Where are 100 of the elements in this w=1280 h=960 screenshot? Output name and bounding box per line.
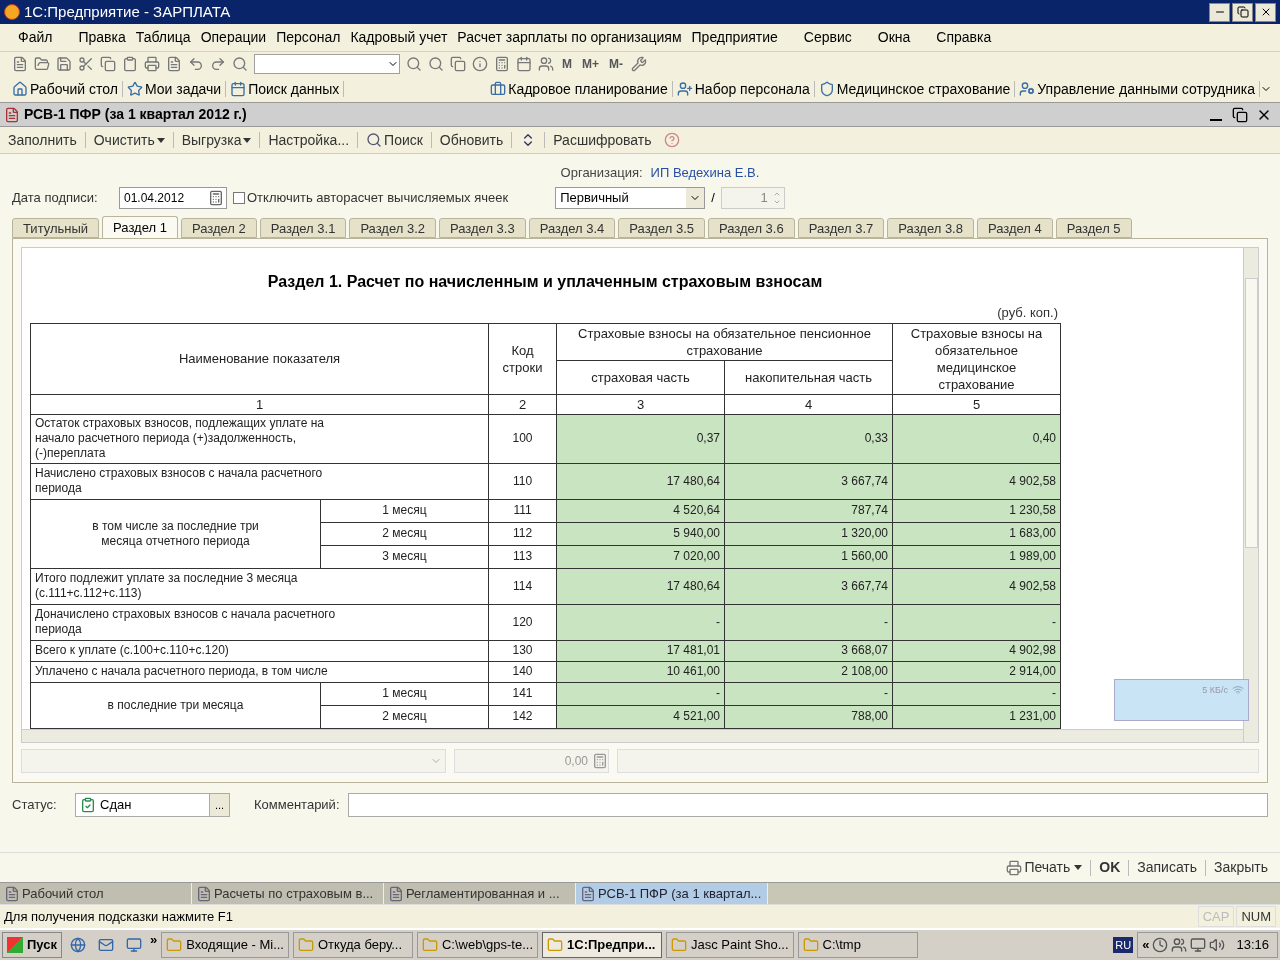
value-cell[interactable]: 1 683,00 xyxy=(892,522,1061,545)
value-cell[interactable]: 1 320,00 xyxy=(724,522,893,545)
panel-link[interactable]: Мои задачи xyxy=(122,78,226,100)
copy-icon[interactable] xyxy=(100,56,116,72)
restore-button[interactable] xyxy=(1232,2,1253,22)
panel-link[interactable]: Медицинское страхование xyxy=(814,78,1015,100)
restore-button[interactable] xyxy=(1232,106,1248,123)
find-next-icon[interactable] xyxy=(406,56,422,72)
value-cell[interactable]: 0,33 xyxy=(724,414,893,463)
value-cell[interactable]: 17 480,64 xyxy=(556,568,725,604)
menu-item[interactable]: Сервис xyxy=(801,27,854,48)
autocalc-checkbox[interactable]: Отключить авторасчет вычисляемых ячеек xyxy=(233,188,509,208)
toolbar-button[interactable]: Расшифровать xyxy=(549,129,656,151)
printer-icon[interactable] xyxy=(144,56,160,72)
monitor-icon[interactable] xyxy=(1190,937,1207,953)
calendar-icon[interactable] xyxy=(516,56,532,72)
section-tab[interactable]: Раздел 3.2 xyxy=(349,218,437,238)
value-cell[interactable]: 4 902,58 xyxy=(892,568,1061,604)
users-icon[interactable] xyxy=(538,56,554,72)
window-tab[interactable]: РСВ-1 ПФР (за 1 квартал... xyxy=(576,883,768,904)
tray-expand[interactable]: « xyxy=(1142,935,1150,955)
panel-link[interactable]: Поиск данных xyxy=(226,78,344,100)
value-cell[interactable]: 1 989,00 xyxy=(892,545,1061,568)
toolbar-button[interactable]: Настройка... xyxy=(264,129,354,151)
memory-button[interactable]: M xyxy=(560,55,574,73)
window-tab[interactable]: Расчеты по страховым в... xyxy=(192,883,384,904)
users-icon[interactable] xyxy=(1171,937,1188,953)
value-cell[interactable]: - xyxy=(892,604,1061,640)
footer-button[interactable]: Закрыть xyxy=(1210,857,1272,878)
footer-button[interactable]: Записать xyxy=(1133,857,1202,878)
taskbar-button[interactable]: Входящие - Mi... xyxy=(161,932,289,958)
preview-icon[interactable] xyxy=(166,56,182,72)
menu-item[interactable]: Предприятие xyxy=(689,27,780,48)
close-button[interactable] xyxy=(1255,2,1276,22)
cell-select[interactable] xyxy=(21,749,446,773)
value-cell[interactable]: 3 667,74 xyxy=(724,568,893,604)
monitor-icon[interactable] xyxy=(126,937,142,953)
value-cell[interactable]: 0,37 xyxy=(556,414,725,463)
value-cell[interactable]: 788,00 xyxy=(724,705,893,728)
menu-item[interactable]: Правка xyxy=(76,27,128,48)
value-cell[interactable]: - xyxy=(556,682,725,705)
comment-field[interactable] xyxy=(347,793,1268,817)
save-icon[interactable] xyxy=(56,56,72,72)
windows-icon[interactable] xyxy=(450,56,466,72)
cut-icon[interactable] xyxy=(78,56,94,72)
section-tab[interactable]: Раздел 3.5 xyxy=(618,218,705,238)
search-combo[interactable] xyxy=(254,54,400,74)
menu-item[interactable]: Файл xyxy=(16,27,55,48)
value-cell[interactable]: 5 940,00 xyxy=(556,522,725,545)
speaker-icon[interactable] xyxy=(1209,937,1226,953)
toolbar-button[interactable]: Заполнить xyxy=(4,129,81,151)
taskbar-button[interactable]: Jasc Paint Sho... xyxy=(666,932,794,958)
calculator-icon[interactable] xyxy=(494,56,510,72)
section-tab[interactable]: Раздел 3.8 xyxy=(887,218,974,238)
value-cell[interactable]: 1 230,58 xyxy=(892,499,1061,522)
taskbar-button[interactable]: Откуда беру... xyxy=(293,932,413,958)
value-cell[interactable]: 1 560,00 xyxy=(724,545,893,568)
report-type-select[interactable]: Первичный xyxy=(555,187,706,209)
menu-item[interactable]: Операции xyxy=(198,27,269,48)
search-icon[interactable] xyxy=(232,56,248,72)
memory-button[interactable]: M+ xyxy=(580,55,601,73)
taskbar-button[interactable]: 1С:Предпри... xyxy=(542,932,663,958)
date-field[interactable]: 01.04.2012 xyxy=(119,187,227,209)
value-cell[interactable]: - xyxy=(724,682,893,705)
section-tab[interactable]: Раздел 3.7 xyxy=(797,218,885,238)
value-cell[interactable]: 7 020,00 xyxy=(556,545,725,568)
wrench-icon[interactable] xyxy=(631,56,647,72)
section-tab[interactable]: Раздел 3.6 xyxy=(708,218,795,238)
value-cell[interactable]: 787,74 xyxy=(724,499,893,522)
paste-icon[interactable] xyxy=(122,56,138,72)
value-cell[interactable]: - xyxy=(724,604,893,640)
value-cell[interactable]: 17 480,64 xyxy=(556,463,725,499)
undo-icon[interactable] xyxy=(188,56,204,72)
panel-link[interactable]: Кадровое планирование xyxy=(486,78,672,100)
window-tab[interactable]: Рабочий стол xyxy=(0,883,192,904)
new-document-icon[interactable] xyxy=(12,56,28,72)
taskbar-button[interactable]: C:\tmp xyxy=(797,932,918,958)
cell-formula-field[interactable] xyxy=(617,749,1259,773)
menu-item[interactable]: Окна xyxy=(875,27,913,48)
menu-item[interactable]: Справка xyxy=(934,27,994,48)
info-icon[interactable] xyxy=(472,56,488,72)
start-button[interactable]: Пуск xyxy=(2,932,62,958)
section-tab[interactable]: Раздел 4 xyxy=(976,218,1053,238)
menu-item[interactable]: Кадровый учет xyxy=(348,27,450,48)
value-cell[interactable]: - xyxy=(892,682,1061,705)
value-cell[interactable]: 4 902,58 xyxy=(892,463,1061,499)
panel-link[interactable]: Рабочий стол xyxy=(8,78,122,100)
globe-icon[interactable] xyxy=(70,937,86,953)
ok-button[interactable]: OK xyxy=(1095,857,1125,878)
menu-item[interactable]: Таблица xyxy=(133,27,193,48)
toolbar-button[interactable]: Выгрузка xyxy=(177,129,256,151)
mail-icon[interactable] xyxy=(98,937,114,953)
clock-icon[interactable] xyxy=(1152,937,1169,953)
section-tab[interactable]: Раздел 3.4 xyxy=(528,218,616,238)
value-cell[interactable]: 4 520,64 xyxy=(556,499,725,522)
status-field[interactable]: Сдан ... xyxy=(75,793,230,817)
panel-link[interactable]: Набор персонала xyxy=(672,78,814,100)
quick-launch-more[interactable]: » xyxy=(150,930,158,950)
section-tab[interactable]: Раздел 2 xyxy=(180,218,257,238)
value-cell[interactable]: 0,40 xyxy=(892,414,1061,463)
